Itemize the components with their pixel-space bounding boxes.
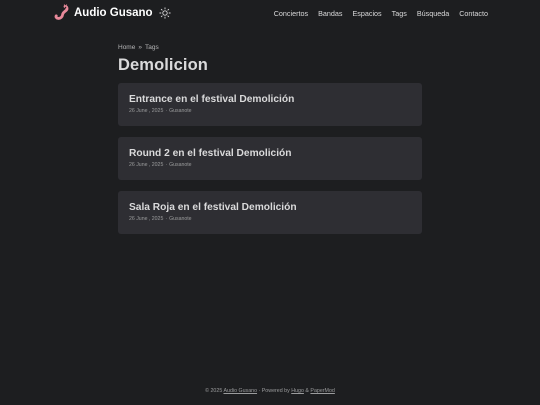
nav-item-bandas[interactable]: Bandas (318, 9, 342, 18)
post-list: Entrance en el festival Demolición 26 Ju… (118, 83, 422, 234)
main-content: Home » Tags Demolicion Entrance en el fe… (118, 44, 422, 234)
breadcrumb-home[interactable]: Home (118, 44, 135, 51)
post-author: Gusanote (169, 216, 192, 222)
post-card[interactable]: Sala Roja en el festival Demolición 26 J… (118, 191, 422, 234)
footer-site-link[interactable]: Audio Gusano (223, 388, 257, 394)
post-title: Round 2 en el festival Demolición (129, 148, 292, 159)
nav-item-contacto[interactable]: Contacto (459, 9, 488, 18)
post-meta-separator: · (165, 162, 168, 168)
post-meta: 26 June , 2025 · Gusanote (129, 108, 411, 114)
post-card[interactable]: Round 2 en el festival Demolición 26 Jun… (118, 137, 422, 180)
footer-papermod-link[interactable]: PaperMod (310, 388, 334, 394)
worm-icon (54, 4, 69, 20)
post-card[interactable]: Entrance en el festival Demolición 26 Ju… (118, 83, 422, 126)
footer-ampersand: & (305, 388, 309, 394)
post-title: Sala Roja en el festival Demolición (129, 202, 297, 213)
nav-item-conciertos[interactable]: Conciertos (274, 9, 308, 18)
post-date: 26 June , 2025 (129, 162, 164, 168)
footer-copyright: © 2025 (205, 388, 223, 394)
breadcrumb-separator: » (138, 44, 142, 51)
post-author: Gusanote (169, 108, 192, 114)
post-date: 26 June , 2025 (129, 108, 164, 114)
breadcrumb: Home » Tags (118, 44, 422, 51)
post-meta-separator: · (165, 108, 168, 114)
brand: Audio Gusano (54, 4, 171, 22)
nav-item-busqueda[interactable]: Búsqueda (417, 9, 449, 18)
main-nav: Conciertos Bandas Espacios Tags Búsqueda… (274, 9, 488, 18)
sun-icon[interactable] (158, 7, 171, 19)
site-footer: © 2025 Audio Gusano · Powered by Hugo & … (0, 388, 540, 394)
breadcrumb-tags[interactable]: Tags (145, 44, 159, 51)
page-title: Demolicion (118, 56, 208, 74)
post-meta: 26 June , 2025 · Gusanote (129, 162, 411, 168)
site-header: Audio Gusano Conciertos Bandas Espacios … (0, 0, 540, 26)
site-title: Audio Gusano (74, 7, 153, 19)
footer-powered-by: · Powered by (258, 388, 290, 394)
post-date: 26 June , 2025 (129, 216, 164, 222)
nav-item-tags[interactable]: Tags (392, 9, 407, 18)
footer-hugo-link[interactable]: Hugo (291, 388, 304, 394)
post-title: Entrance en el festival Demolición (129, 94, 295, 105)
post-author: Gusanote (169, 162, 192, 168)
post-meta: 26 June , 2025 · Gusanote (129, 216, 411, 222)
site-logo-link[interactable]: Audio Gusano (54, 4, 153, 22)
post-meta-separator: · (165, 216, 168, 222)
nav-item-espacios[interactable]: Espacios (352, 9, 381, 18)
